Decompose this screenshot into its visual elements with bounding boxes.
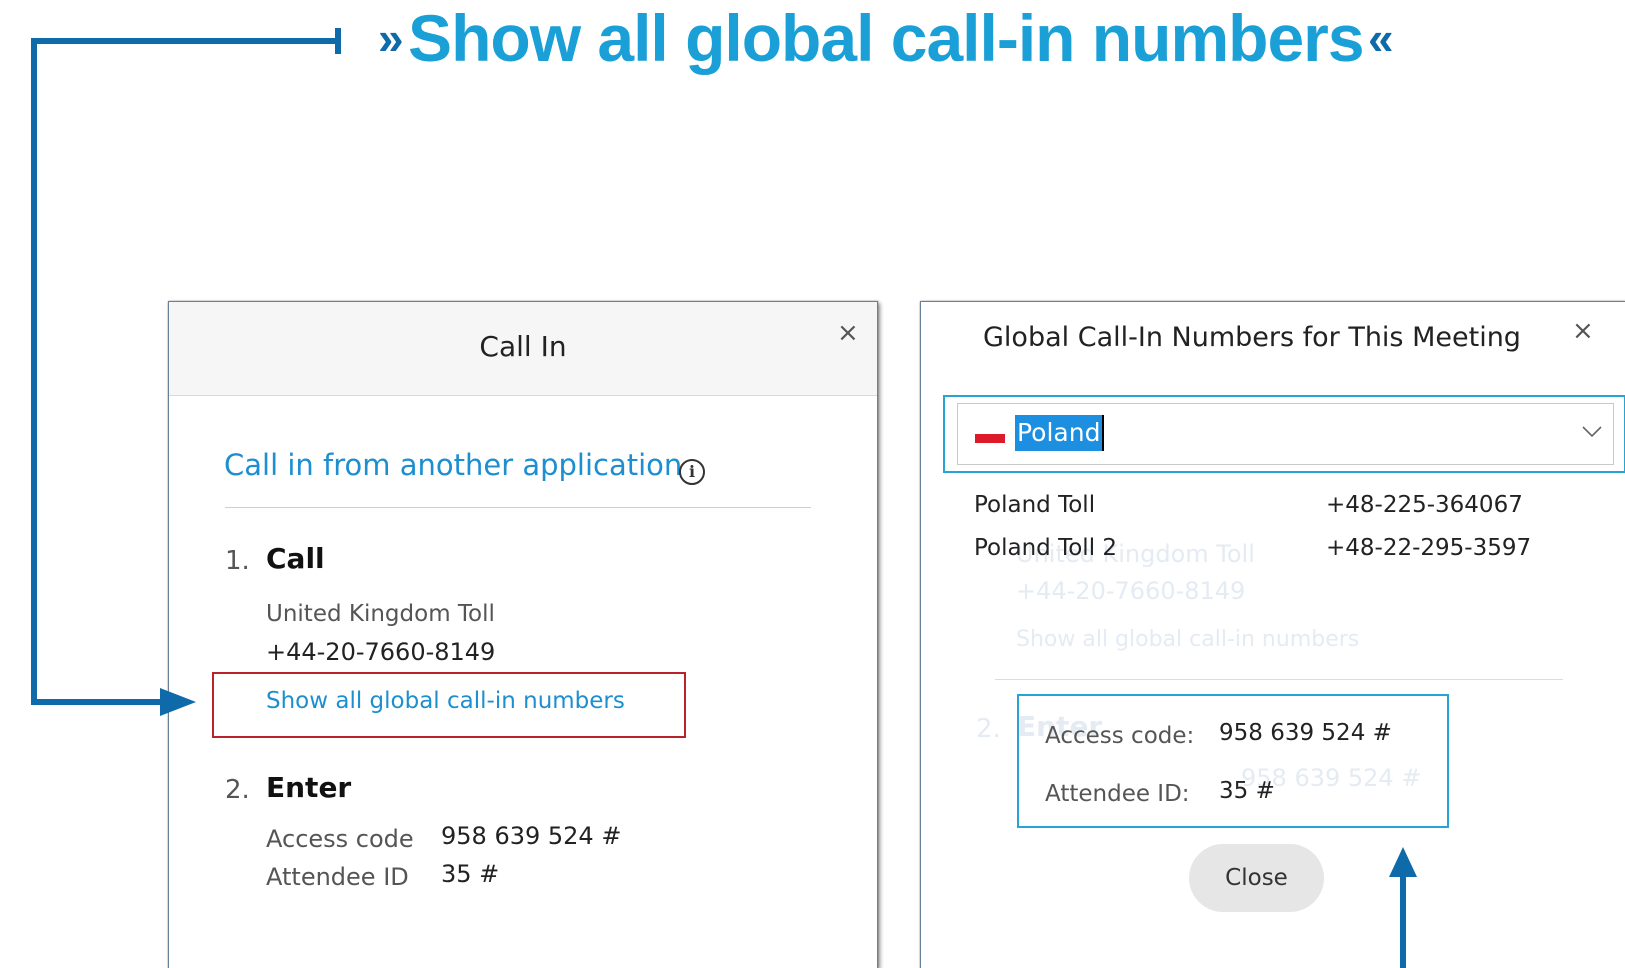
connector-line: [31, 38, 338, 705]
connector-arrows: [31, 28, 1417, 968]
connector-arrowhead-right: [160, 688, 196, 716]
connector-arrowhead-up: [1389, 847, 1417, 877]
